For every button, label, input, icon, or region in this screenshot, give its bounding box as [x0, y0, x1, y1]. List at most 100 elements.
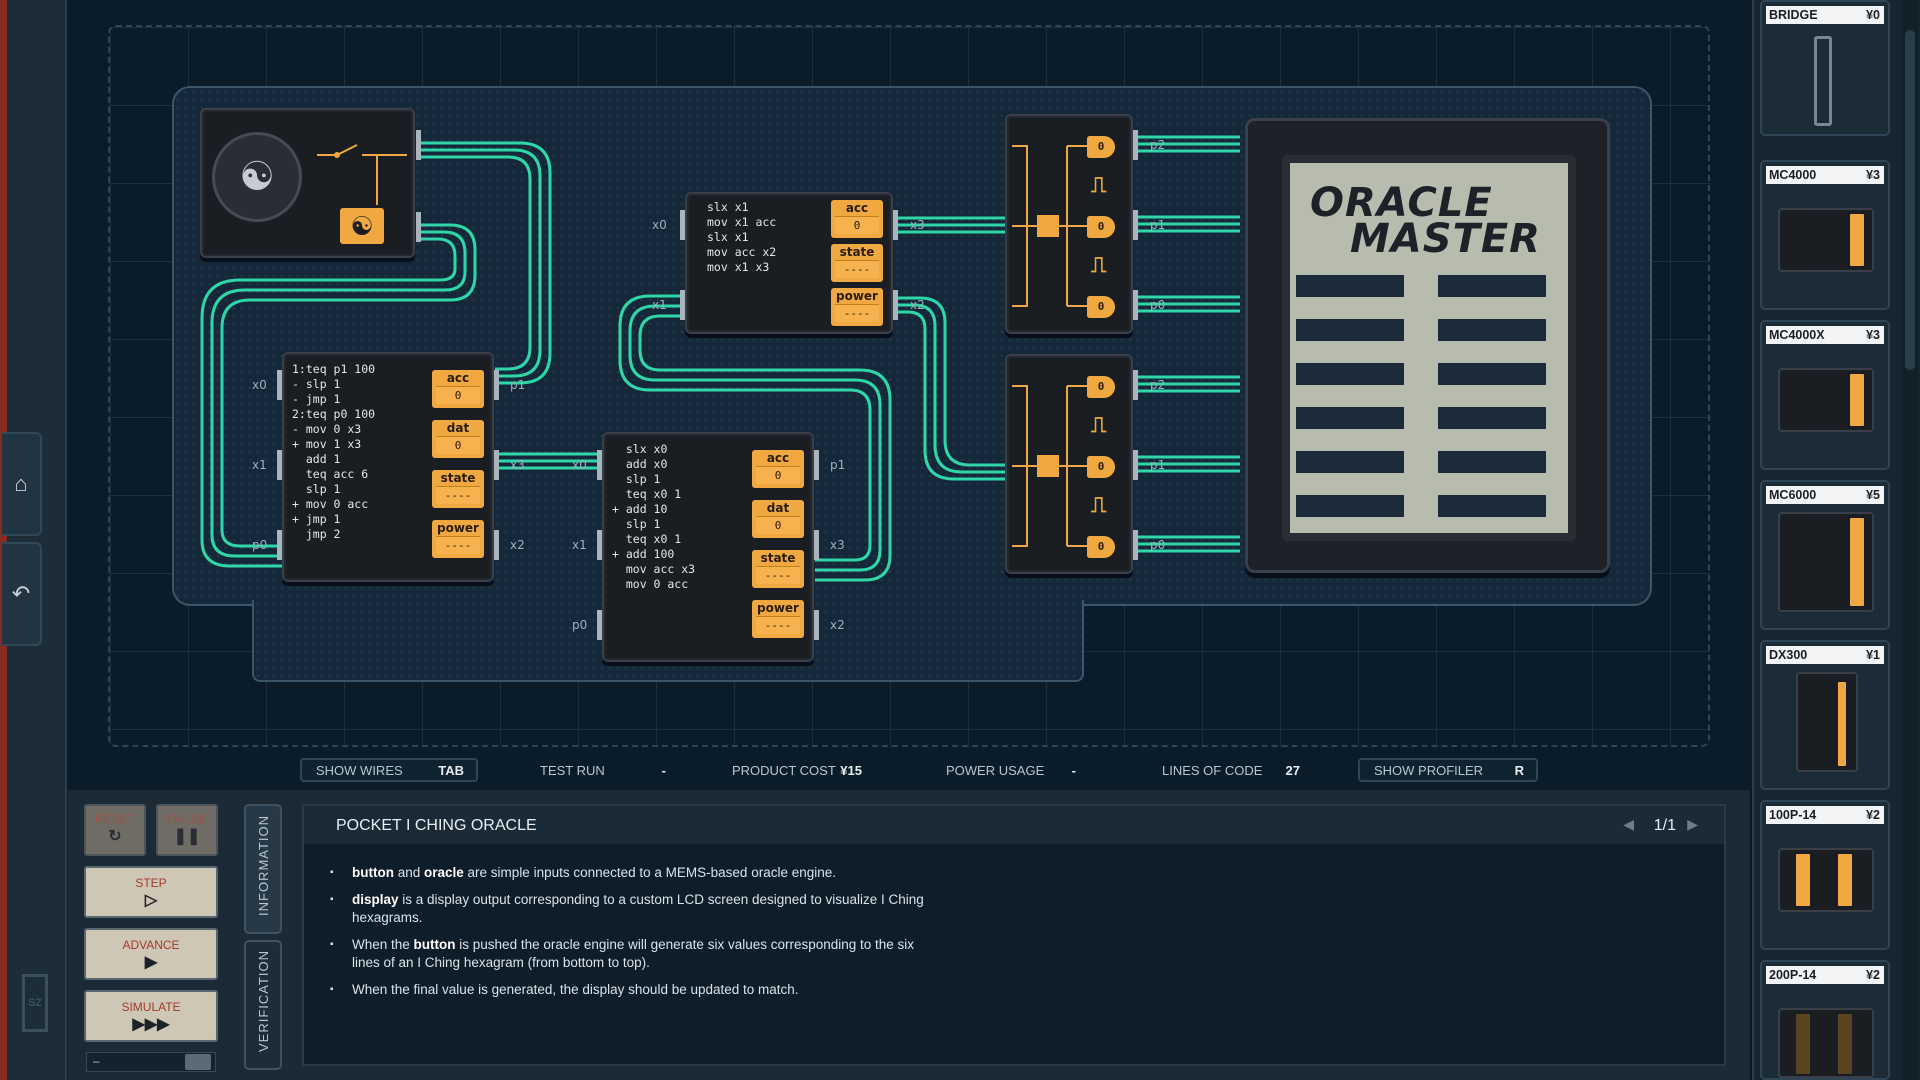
port — [814, 530, 819, 560]
mc4000-icon — [1778, 208, 1874, 272]
pin-label: p0 — [572, 618, 588, 632]
pin-label: x1 — [252, 458, 267, 472]
dx300-chip-bottom: 0 ⎍ 0 ⎍ 0 — [1005, 354, 1133, 574]
port — [893, 210, 898, 240]
dx300-icon — [1796, 672, 1858, 772]
part-mc4000[interactable]: MC4000 ¥3 — [1760, 160, 1890, 310]
chip-code[interactable]: 1:teq p1 100 - slp 1 - jmp 1 2:teq p0 10… — [292, 362, 375, 542]
mc6000-icon — [1778, 512, 1874, 612]
100p-14-icon — [1778, 848, 1874, 912]
power-usage-stat: POWER USAGE - — [946, 762, 1076, 778]
part-100p-14[interactable]: 100P-14 ¥2 — [1760, 800, 1890, 950]
hexagram-segment — [1296, 319, 1404, 341]
port — [416, 130, 421, 160]
oracle-master-lcd: ORACLE MASTER — [1245, 118, 1610, 573]
port — [814, 450, 819, 480]
page-indicator: 1/1 — [1653, 817, 1676, 834]
register-power: power ---- — [432, 520, 484, 558]
show-profiler-button[interactable]: SHOW PROFILER R — [1358, 758, 1538, 782]
register-dat: dat 0 — [752, 500, 804, 538]
list-item: button and oracle are simple inputs conn… — [330, 864, 930, 882]
list-item: When the button is pushed the oracle eng… — [330, 936, 930, 972]
product-cost-stat: PRODUCT COST ¥15 — [732, 762, 862, 778]
part-dx300[interactable]: DX300 ¥1 — [1760, 640, 1890, 790]
hexagram-segment — [1296, 407, 1404, 429]
spec-list: button and oracle are simple inputs conn… — [330, 864, 930, 1008]
mc4000x-chip: slx x1 mov x1 acc slx x1 mov acc x2 mov … — [685, 192, 893, 334]
list-item: display is a display output correspondin… — [330, 891, 930, 927]
register-power: power ---- — [752, 600, 804, 638]
tab-information[interactable]: INFORMATION — [244, 804, 282, 934]
pin-label: x3 — [910, 218, 925, 232]
parts-scrollbar[interactable] — [1902, 0, 1918, 1080]
pin-label: x2 — [910, 298, 925, 312]
scroll-thumb[interactable] — [1905, 30, 1915, 370]
lcd-screen: ORACLE MASTER — [1282, 155, 1576, 541]
chip-code[interactable]: slx x0 add x0 slp 1 teq x0 1 + add 10 sl… — [612, 442, 695, 592]
port — [597, 450, 602, 480]
port — [1133, 290, 1138, 320]
hexagram-segment — [1438, 451, 1546, 473]
register-acc: acc 0 — [432, 370, 484, 408]
register-state: state ---- — [432, 470, 484, 508]
part-mc6000[interactable]: MC6000 ¥5 — [1760, 480, 1890, 630]
hexagram-segment — [1438, 319, 1546, 341]
yin-yang-oracle-icon: ☯ — [212, 132, 302, 222]
register-acc: acc 0 — [831, 200, 883, 238]
register-dat: dat 0 — [432, 420, 484, 458]
pin-label: x0 — [572, 458, 587, 472]
pause-button[interactable]: PAUSE ❚❚ — [156, 804, 218, 856]
port — [494, 370, 499, 400]
simulate-icon: ▶▶▶ — [132, 1016, 170, 1033]
chip-code[interactable]: slx x1 mov x1 acc slx x1 mov acc x2 mov … — [707, 200, 776, 275]
register-state: state ---- — [831, 244, 883, 282]
switch-icon — [317, 144, 407, 205]
port — [1133, 530, 1138, 560]
pin-label: x2 — [510, 538, 525, 552]
part-bridge[interactable]: BRIDGE ¥0 — [1760, 0, 1890, 136]
pin-label: x1 — [572, 538, 587, 552]
prev-page-icon[interactable]: ◀ — [1623, 816, 1634, 833]
mc6000-chip-left: 1:teq p1 100 - slp 1 - jmp 1 2:teq p0 10… — [282, 352, 494, 582]
hexagram-segment — [1296, 495, 1404, 517]
port — [597, 530, 602, 560]
part-200p-14[interactable]: 200P-14 ¥2 — [1760, 960, 1890, 1080]
slider-thumb[interactable] — [185, 1054, 211, 1070]
port — [277, 450, 282, 480]
part-mc4000x[interactable]: MC4000X ¥3 — [1760, 320, 1890, 470]
pin-label: p0 — [252, 538, 268, 552]
pin-label: p2 — [1150, 378, 1166, 392]
register-power: power ---- — [831, 288, 883, 326]
pin-label: x3 — [510, 458, 525, 472]
pulse-icon: ⎍ — [1091, 412, 1107, 437]
pin-label: p1 — [1150, 218, 1166, 232]
speed-slider[interactable]: – — [86, 1052, 216, 1072]
bridge-icon — [1814, 36, 1832, 126]
tab-verification[interactable]: VERIFICATION — [244, 940, 282, 1070]
reset-icon: ↻ — [108, 828, 122, 845]
gate-output: 0 — [1087, 216, 1115, 238]
advance-button[interactable]: ADVANCE ▶ — [84, 928, 218, 980]
next-page-icon[interactable]: ▶ — [1687, 816, 1698, 833]
port — [416, 212, 421, 242]
pulse-icon: ⎍ — [1091, 252, 1107, 277]
oracle-button[interactable]: ☯ — [340, 208, 384, 244]
gate-output: 0 — [1087, 136, 1115, 158]
parts-panel: BRIDGE ¥0 MC4000 ¥3 MC4000X ¥3 MC6000 ¥5 DX3… — [1752, 0, 1920, 1080]
pin-label: p2 — [1150, 138, 1166, 152]
pause-icon: ❚❚ — [173, 828, 201, 845]
puzzle-title: POCKET I CHING ORACLE — [336, 817, 537, 834]
test-run-stat: TEST RUN - — [540, 762, 666, 778]
pin-label: x0 — [652, 218, 667, 232]
show-wires-button[interactable]: SHOW WIRES TAB — [300, 758, 478, 782]
port — [1133, 210, 1138, 240]
hexagram-segment — [1296, 451, 1404, 473]
step-button[interactable]: STEP ▷ — [84, 866, 218, 918]
simulate-button[interactable]: SIMULATE ▶▶▶ — [84, 990, 218, 1042]
logic-traces — [1012, 145, 1087, 307]
step-icon: ▷ — [144, 892, 158, 909]
gate-output: 0 — [1087, 296, 1115, 318]
list-item: When the final value is generated, the d… — [330, 981, 930, 999]
port — [680, 290, 685, 320]
reset-button[interactable]: RESET ↻ — [84, 804, 146, 856]
